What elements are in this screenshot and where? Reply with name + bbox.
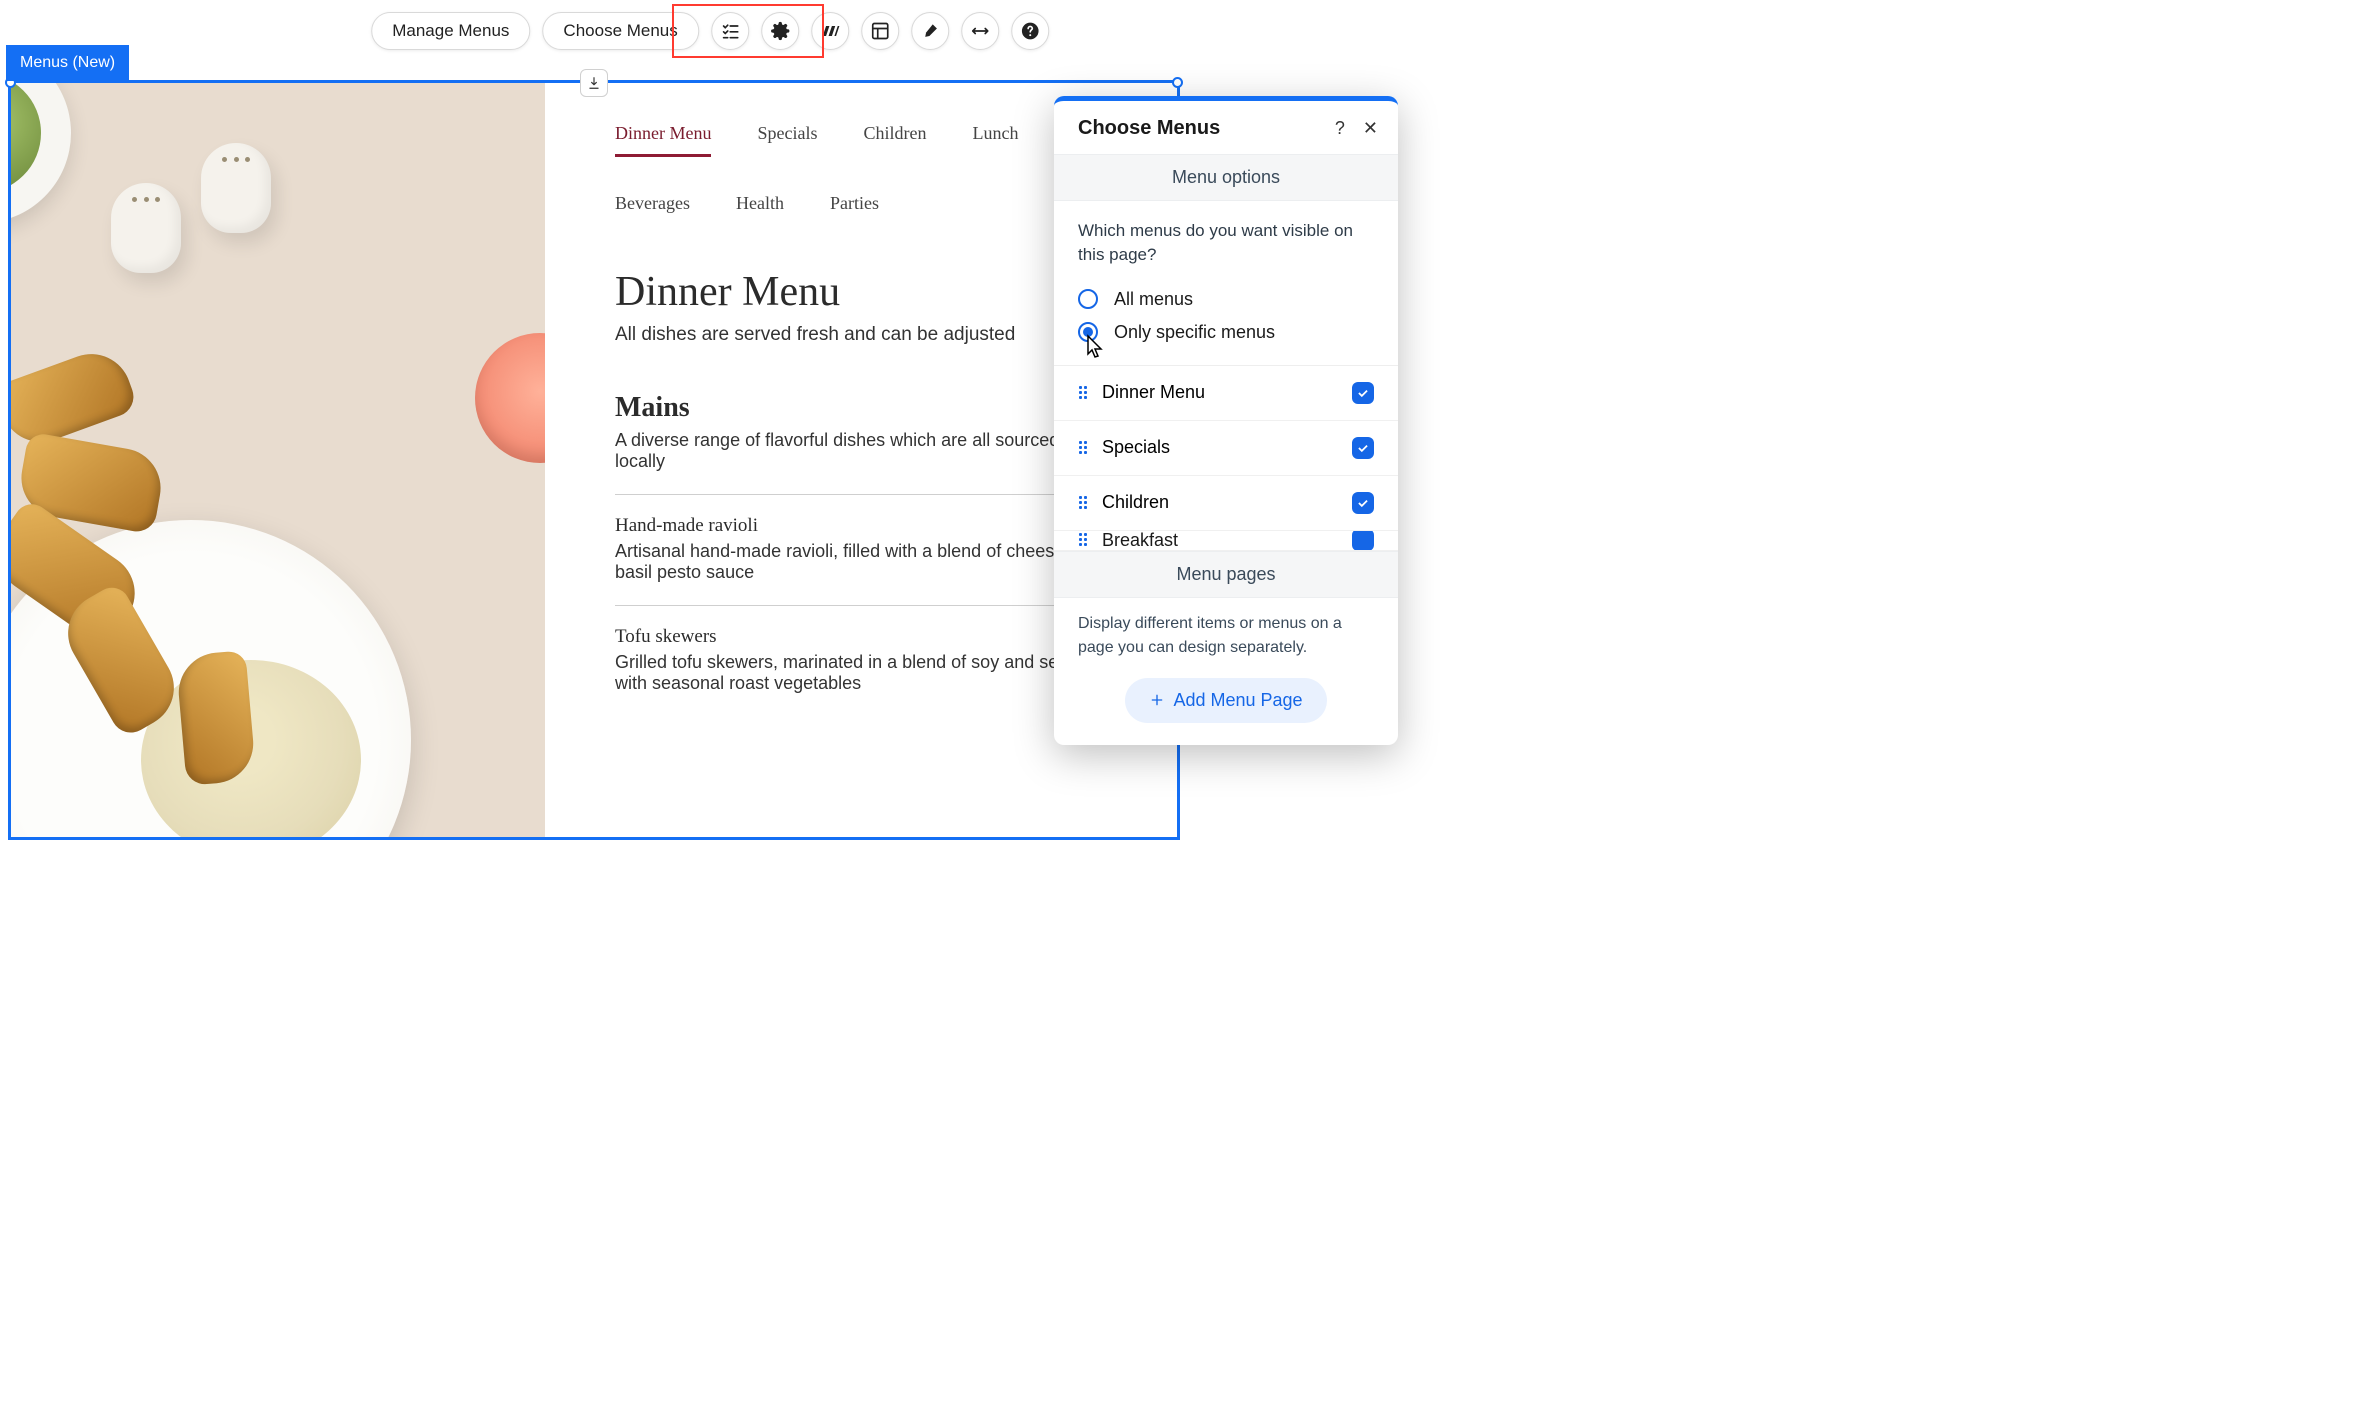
- radio-specific-menus[interactable]: Only specific menus: [1078, 316, 1374, 349]
- panel-section-options: Menu options: [1054, 154, 1398, 201]
- menu-toggle-row-peek[interactable]: Breakfast: [1054, 531, 1398, 551]
- panel-help-icon[interactable]: ?: [1335, 118, 1345, 139]
- close-icon[interactable]: ✕: [1363, 118, 1378, 139]
- download-handle-icon[interactable]: [580, 69, 608, 97]
- menu-tab-health[interactable]: Health: [736, 193, 784, 224]
- add-menu-page-label: Add Menu Page: [1173, 690, 1302, 711]
- help-icon[interactable]: [1011, 12, 1049, 50]
- section-subtitle: A diverse range of flavorful dishes whic…: [615, 430, 1115, 472]
- menu-toggle-row[interactable]: Dinner Menu: [1054, 366, 1398, 421]
- checkbox-checked-icon[interactable]: [1352, 531, 1374, 551]
- editor-toolbar: Manage Menus Choose Menus: [371, 12, 1049, 50]
- menu-toggle-label: Dinner Menu: [1102, 382, 1205, 403]
- checkbox-checked-icon[interactable]: [1352, 492, 1374, 514]
- selection-label[interactable]: Menus (New): [6, 45, 129, 81]
- menu-tab-parties[interactable]: Parties: [830, 193, 879, 224]
- specific-menus-list: Dinner Menu Specials Children Breakfast: [1054, 365, 1398, 551]
- radio-all-menus[interactable]: All menus: [1078, 283, 1374, 316]
- layout-icon[interactable]: [861, 12, 899, 50]
- menu-tab-specials[interactable]: Specials: [757, 123, 817, 157]
- drag-handle-icon[interactable]: [1078, 385, 1088, 401]
- menu-tab-children[interactable]: Children: [863, 123, 926, 157]
- menu-tab-dinner[interactable]: Dinner Menu: [615, 123, 711, 157]
- menu-toggle-label: Breakfast: [1102, 531, 1178, 551]
- choose-menus-button[interactable]: Choose Menus: [542, 12, 698, 50]
- panel-pages-desc: Display different items or menus on a pa…: [1054, 598, 1398, 678]
- checkbox-checked-icon[interactable]: [1352, 382, 1374, 404]
- menu-item-desc: Artisanal hand-made ravioli, filled with…: [615, 541, 1115, 583]
- panel-section-pages: Menu pages: [1054, 551, 1398, 598]
- plus-icon: [1149, 692, 1165, 708]
- manage-menus-button[interactable]: Manage Menus: [371, 12, 530, 50]
- menu-title: Dinner Menu: [615, 268, 1115, 316]
- menu-toggle-row[interactable]: Children: [1054, 476, 1398, 531]
- panel-header: Choose Menus ? ✕: [1054, 101, 1398, 154]
- radio-label: All menus: [1114, 289, 1193, 310]
- drag-handle-icon[interactable]: [1078, 532, 1088, 548]
- checkbox-checked-icon[interactable]: [1352, 437, 1374, 459]
- stretch-icon[interactable]: [961, 12, 999, 50]
- radio-label: Only specific menus: [1114, 322, 1275, 343]
- brush-icon[interactable]: [911, 12, 949, 50]
- menu-subtitle: All dishes are served fresh and can be a…: [615, 324, 1115, 346]
- checklist-icon[interactable]: [711, 12, 749, 50]
- menu-tab-lunch[interactable]: Lunch: [972, 123, 1018, 157]
- section-title: Mains: [615, 392, 1115, 424]
- panel-title: Choose Menus: [1078, 117, 1220, 140]
- divider: [615, 605, 1115, 606]
- menu-toggle-label: Children: [1102, 492, 1169, 513]
- menu-item-desc: Grilled tofu skewers, marinated in a ble…: [615, 652, 1115, 694]
- menu-toggle-label: Specials: [1102, 437, 1170, 458]
- menu-tabs: Dinner Menu Specials Children Lunch Vega…: [615, 123, 1115, 224]
- drag-handle-icon[interactable]: [1078, 440, 1088, 456]
- cursor-icon: [1082, 334, 1106, 362]
- drag-handle-icon[interactable]: [1078, 495, 1088, 511]
- skew-icon[interactable]: [811, 12, 849, 50]
- panel-question: Which menus do you want visible on this …: [1078, 219, 1374, 267]
- menu-item-name: Hand-made ravioli: [615, 515, 1115, 537]
- menu-toggle-row[interactable]: Specials: [1054, 421, 1398, 476]
- menu-item: Tofu skewers Grilled tofu skewers, marin…: [615, 626, 1115, 694]
- choose-menus-panel: Choose Menus ? ✕ Menu options Which menu…: [1054, 96, 1398, 745]
- add-menu-page-button[interactable]: Add Menu Page: [1125, 678, 1326, 723]
- menu-item-name: Tofu skewers: [615, 626, 1115, 648]
- divider: [615, 494, 1115, 495]
- gear-icon[interactable]: [761, 12, 799, 50]
- menu-tab-beverages[interactable]: Beverages: [615, 193, 690, 224]
- menu-item: Hand-made ravioli Artisanal hand-made ra…: [615, 515, 1115, 583]
- radio-icon: [1078, 289, 1098, 309]
- menu-hero-image: [11, 83, 545, 840]
